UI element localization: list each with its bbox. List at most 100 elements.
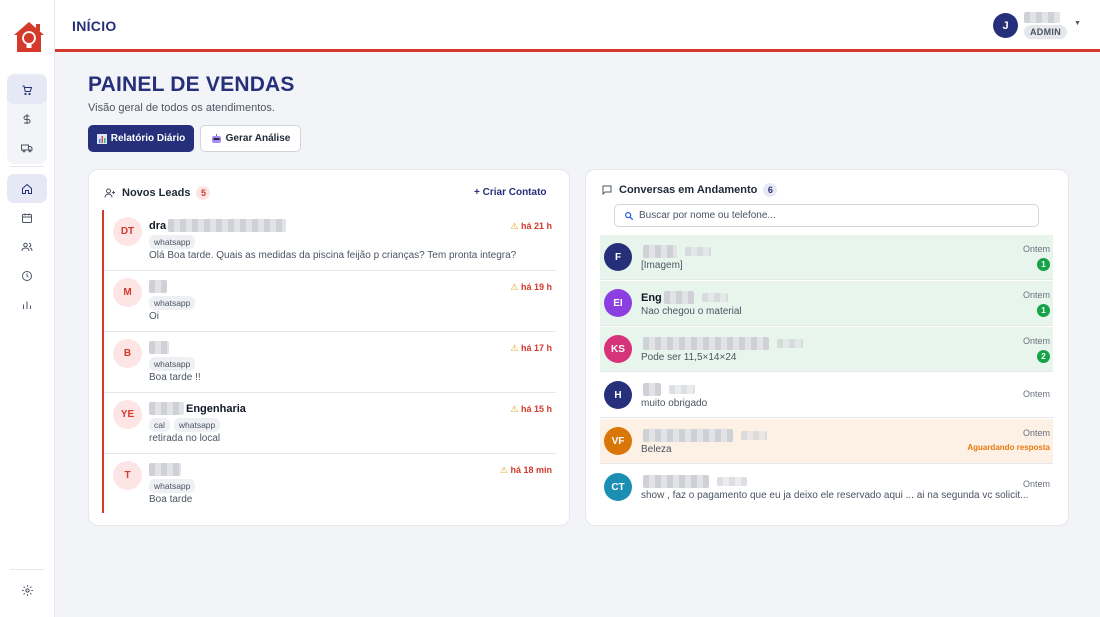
sidebar-item-delivery[interactable] (7, 133, 47, 162)
page-breadcrumb: INÍCIO (72, 18, 117, 34)
lead-tag: whatsapp (149, 235, 196, 249)
warning-icon: ⚠ (499, 465, 508, 475)
lead-name-redacted (149, 341, 169, 354)
settings-icon (21, 585, 33, 596)
generate-analysis-label: Gerar Análise (225, 133, 291, 144)
unread-badge: 1 (1037, 304, 1050, 317)
conversation-avatar: KS (604, 335, 632, 363)
lead-tags: whatsapp (149, 235, 196, 249)
conversation-time: Ontem (1022, 389, 1050, 399)
lead-item[interactable]: YE Engenharia ⚠ há 15 h cal whatsapp reti… (104, 393, 556, 454)
lead-name (149, 463, 183, 476)
lead-name-text: Engenharia (186, 402, 246, 415)
sidebar-item-reports[interactable] (7, 290, 47, 319)
conversation-name-redacted (643, 383, 661, 396)
bar-chart-icon (23, 301, 31, 309)
search-placeholder: Buscar por nome ou telefone... (639, 210, 776, 221)
lead-name-redacted (168, 219, 287, 232)
lead-item[interactable]: DT dra ⚠ há 21 h whatsapp Olá Boa tarde.… (104, 210, 556, 271)
lead-tags: whatsapp (149, 296, 196, 310)
lead-avatar: T (113, 461, 142, 490)
conversation-name-text: Eng (641, 291, 662, 304)
lead-name-redacted (149, 463, 181, 476)
sidebar-item-home[interactable] (7, 174, 47, 203)
conversation-item[interactable]: H muito obrigado Ontem (600, 373, 1053, 418)
warning-icon: ⚠ (510, 221, 519, 231)
sidebar-group-bottom (7, 576, 47, 605)
sidebar-divider (10, 166, 44, 167)
chevron-down-icon[interactable]: ▼ (1074, 20, 1081, 27)
calendar-icon (22, 213, 32, 223)
lead-item[interactable]: B ⚠ há 17 h whatsapp Boa tarde !! (104, 332, 556, 393)
conversation-name (641, 245, 711, 258)
conversation-item[interactable]: F [Imagem] Ontem 1 (600, 235, 1053, 280)
lead-name (149, 280, 169, 293)
lead-message: Oi (149, 311, 159, 322)
user-avatar[interactable]: J (993, 13, 1018, 38)
unread-badge: 2 (1037, 350, 1050, 363)
leads-count-badge: 5 (196, 186, 211, 200)
sidebar-item-cart[interactable] (7, 75, 47, 104)
lead-avatar: M (113, 278, 142, 307)
lead-avatar: DT (113, 217, 142, 246)
create-contact-link[interactable]: + Criar Contato (474, 187, 547, 198)
lead-item[interactable]: T ⚠ há 18 min whatsapp Boa tarde (104, 454, 556, 515)
lead-time: ⚠ há 19 h (510, 282, 552, 293)
conversation-message: muito obrigado (641, 398, 708, 409)
conversation-item[interactable]: CT show , faz o pagamento que eu ja deix… (600, 465, 1053, 517)
awaiting-status: Aguardando resposta (967, 443, 1050, 452)
sidebar-divider (10, 569, 44, 570)
lead-time: ⚠ há 21 h (510, 221, 552, 232)
lead-tag: whatsapp (149, 479, 196, 493)
sidebar-item-users[interactable] (7, 232, 47, 261)
lead-time-text: há 17 h (520, 343, 552, 353)
lead-avatar: B (113, 339, 142, 368)
warning-icon: ⚠ (510, 282, 519, 292)
generate-analysis-button[interactable]: Gerar Análise (200, 125, 301, 152)
conversation-name (641, 429, 767, 442)
lead-message: retirada no local (149, 433, 221, 444)
conversation-item[interactable]: VF Beleza Ontem Aguardando resposta (600, 419, 1053, 464)
conversation-phone-redacted (669, 385, 695, 394)
conversations-count-badge: 6 (763, 183, 778, 197)
conversation-avatar: CT (604, 473, 632, 501)
sidebar-item-finance[interactable] (7, 104, 47, 133)
conversation-avatar: H (604, 381, 632, 409)
sidebar-item-settings[interactable] (7, 576, 47, 605)
lead-name-redacted (149, 280, 167, 293)
conversation-name-redacted (643, 337, 769, 350)
lead-time: ⚠ há 17 h (510, 343, 552, 354)
conversation-phone-redacted (701, 293, 728, 302)
lead-time-text: há 15 h (520, 404, 552, 414)
user-name-redacted (1024, 12, 1060, 23)
conversation-message: Pode ser 11,5×14×24 (641, 352, 737, 363)
user-plus-icon (104, 188, 115, 198)
unread-badge: 1 (1037, 258, 1050, 271)
conversation-message: show , faz o pagamento que eu ja deixo e… (641, 490, 1029, 501)
lead-name (149, 341, 171, 354)
page-subtitle: Visão geral de todos os atendimentos. (88, 102, 275, 114)
truck-icon (21, 144, 33, 152)
conversation-name-redacted (643, 475, 709, 488)
conversation-item[interactable]: KS Pode ser 11,5×14×24 Ontem 2 (600, 327, 1053, 372)
conversation-phone-redacted (741, 431, 767, 440)
lead-avatar: YE (113, 400, 142, 429)
sidebar-item-calendar[interactable] (7, 203, 47, 232)
lead-time-text: há 19 h (520, 282, 552, 292)
chat-icon (602, 185, 612, 196)
clock-icon (22, 270, 32, 281)
conversation-phone-redacted (685, 247, 711, 256)
topbar: INÍCIO J ADMIN ▼ (55, 0, 1100, 52)
bar-chart-icon (96, 133, 107, 144)
lead-tags: whatsapp (149, 479, 196, 493)
sidebar-item-history[interactable] (7, 261, 47, 290)
conversation-item[interactable]: EI Eng Nao chegou o material Ontem 1 (600, 281, 1053, 326)
conversation-time: Ontem (1022, 336, 1050, 346)
search-input[interactable]: Buscar por nome ou telefone... (614, 204, 1039, 227)
daily-report-button[interactable]: Relatório Diário (88, 125, 194, 152)
logo-icon[interactable] (12, 20, 46, 54)
conversation-message: [Imagem] (641, 260, 683, 271)
role-badge: ADMIN (1024, 25, 1067, 39)
lead-item[interactable]: M ⚠ há 19 h whatsapp Oi (104, 271, 556, 332)
conversation-time: Ontem (1022, 428, 1050, 438)
